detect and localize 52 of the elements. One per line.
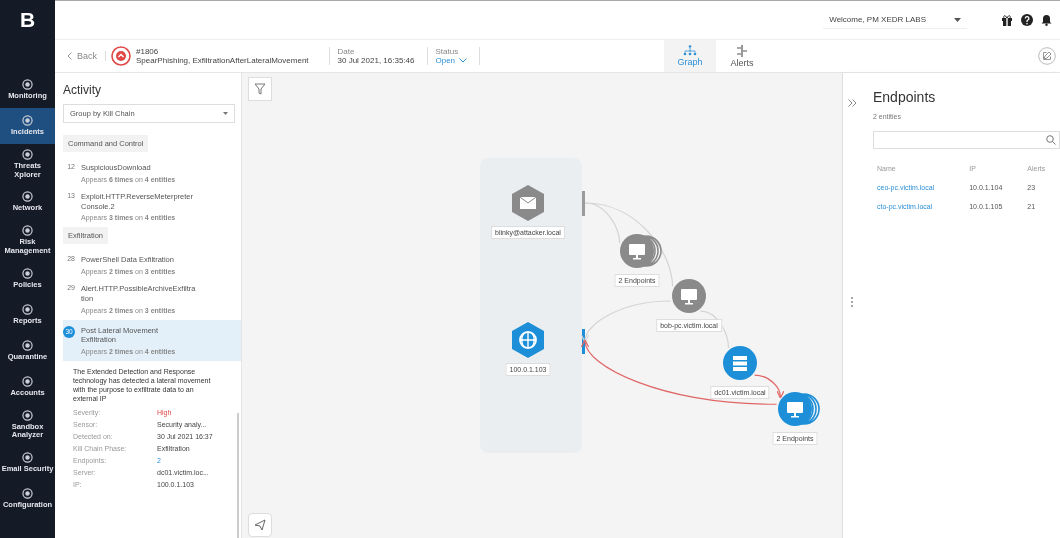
incident-name: SpearPhishing, ExfiltrationAfterLateralMovement [136, 56, 309, 65]
logo[interactable]: B [0, 0, 55, 40]
email-node-icon[interactable] [509, 184, 547, 222]
circle-icon [22, 339, 33, 351]
drag-handle-icon[interactable] [851, 297, 853, 307]
navigation-arrow-icon [254, 519, 266, 531]
endpoints-node-icon[interactable] [618, 232, 664, 270]
endpoints-title: Endpoints [873, 89, 937, 105]
timeline-icon [735, 44, 749, 57]
filter-button[interactable] [248, 77, 272, 101]
edit-icon[interactable] [1038, 47, 1056, 65]
circle-icon [22, 409, 33, 421]
circle-icon [22, 79, 33, 91]
caret-icon [223, 112, 228, 115]
caret-icon [954, 17, 961, 22]
filter-icon [254, 83, 266, 95]
circle-icon [22, 267, 33, 279]
circle-icon [22, 149, 33, 160]
bell-icon[interactable] [1041, 14, 1052, 26]
server-node-icon[interactable] [721, 344, 759, 382]
hierarchy-icon [683, 45, 697, 56]
search-icon [1046, 135, 1056, 145]
connector-bar [582, 329, 585, 354]
status-dropdown[interactable]: Open [435, 56, 468, 65]
chevron-left-icon [67, 52, 72, 60]
activity-title: Activity [63, 83, 102, 97]
double-chevron-right-icon[interactable] [847, 99, 857, 107]
date-value: 30 Jul 2021, 16:35:46 [337, 56, 415, 65]
circle-icon [22, 115, 33, 127]
user-menu[interactable]: Welcome, PM XEDR LABS [823, 11, 967, 29]
recenter-button[interactable] [248, 513, 272, 537]
date-label: Date [337, 47, 356, 56]
endpoint-node-icon[interactable] [670, 277, 708, 315]
help-icon[interactable] [1021, 14, 1033, 26]
circle-icon [22, 375, 33, 387]
circle-icon [22, 191, 33, 203]
circle-icon [22, 225, 33, 237]
status-label: Status [435, 47, 460, 56]
chevron-down-icon [459, 58, 468, 63]
circle-icon [22, 451, 33, 463]
ip-node-icon[interactable] [509, 321, 547, 359]
search-field[interactable] [873, 131, 1060, 149]
connector-bar [582, 191, 585, 216]
endpoints-node-icon[interactable] [776, 390, 822, 428]
scrollbar[interactable] [237, 413, 239, 538]
incident-number: #1806 [136, 47, 160, 56]
gift-icon[interactable] [1001, 14, 1013, 26]
view-tab[interactable]: Alerts [716, 40, 768, 72]
circle-icon [22, 303, 33, 315]
circle-icon [22, 487, 33, 499]
incident-icon [111, 46, 131, 66]
back-button[interactable]: Back [59, 51, 106, 61]
